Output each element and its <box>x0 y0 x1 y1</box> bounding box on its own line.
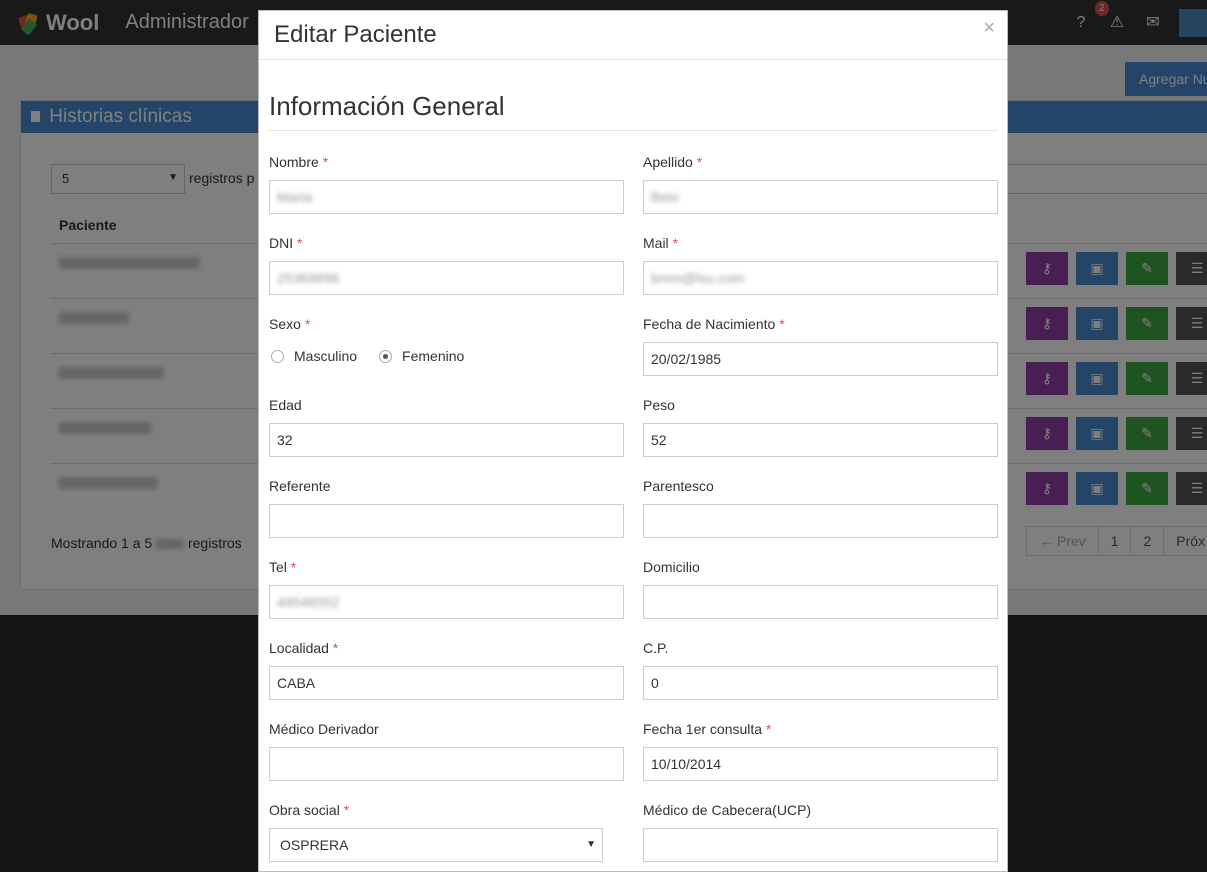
field-apellido: Apellido * Belo <box>643 154 998 214</box>
close-icon[interactable]: × <box>983 17 995 40</box>
label-mail: Mail * <box>643 235 679 251</box>
field-fecha-nacimiento: Fecha de Nacimiento * 20/02/1985 <box>643 316 998 376</box>
label-nombre: Nombre * <box>269 154 329 170</box>
field-parentesco: Parentesco <box>643 478 998 538</box>
obra-social-value: OSPRERA <box>280 837 349 853</box>
field-nombre: Nombre * Maria <box>269 154 624 214</box>
obra-social-select[interactable]: OSPRERA ▼ <box>269 828 603 862</box>
radio-femenino[interactable]: Femenino <box>377 348 464 364</box>
label-dni: DNI * <box>269 235 303 251</box>
label-edad: Edad <box>269 397 302 413</box>
field-domicilio: Domicilio <box>643 559 998 619</box>
field-sexo: Sexo * Masculino Femenino <box>269 316 624 364</box>
edad-input[interactable]: 32 <box>269 423 624 457</box>
mail-value: bmm@lsu.com <box>651 270 745 286</box>
field-mail: Mail * bmm@lsu.com <box>643 235 998 295</box>
localidad-input[interactable]: CABA <box>269 666 624 700</box>
field-fecha-1er-consulta: Fecha 1er consulta * 10/10/2014 <box>643 721 998 781</box>
nombre-value: Maria <box>277 189 313 205</box>
field-cp: C.P. 0 <box>643 640 998 700</box>
referente-input[interactable] <box>269 504 624 538</box>
field-tel: Tel * 49546552 <box>269 559 624 619</box>
peso-input[interactable]: 52 <box>643 423 998 457</box>
radio-checked-icon[interactable] <box>379 349 393 363</box>
apellido-value: Belo <box>651 189 680 205</box>
tel-value: 49546552 <box>277 594 340 610</box>
label-medico-derivador: Médico Derivador <box>269 721 379 737</box>
field-edad: Edad 32 <box>269 397 624 457</box>
edit-patient-modal: Editar Paciente × Información General No… <box>258 10 1008 872</box>
label-domicilio: Domicilio <box>643 559 700 575</box>
apellido-input[interactable]: Belo <box>643 180 998 214</box>
radio-label-masculino: Masculino <box>294 348 358 364</box>
fecha-1er-consulta-input[interactable]: 10/10/2014 <box>643 747 998 781</box>
fecha-nacimiento-input[interactable]: 20/02/1985 <box>643 342 998 376</box>
section-title: Información General <box>269 91 505 121</box>
radio-label-femenino: Femenino <box>402 348 465 364</box>
dni-input[interactable]: 25369896 <box>269 261 624 295</box>
field-obra-social: Obra social * OSPRERA ▼ <box>269 802 624 862</box>
domicilio-input[interactable] <box>643 585 998 619</box>
mail-input[interactable]: bmm@lsu.com <box>643 261 998 295</box>
field-medico-cabecera: Médico de Cabecera(UCP) <box>643 802 998 862</box>
radio-unchecked-icon[interactable] <box>271 349 284 363</box>
field-referente: Referente <box>269 478 624 538</box>
field-medico-derivador: Médico Derivador <box>269 721 624 781</box>
label-cp: C.P. <box>643 640 669 656</box>
medico-derivador-input[interactable] <box>269 747 624 781</box>
label-referente: Referente <box>269 478 331 494</box>
label-parentesco: Parentesco <box>643 478 714 494</box>
dni-value: 25369896 <box>277 270 340 286</box>
label-fecha-nacimiento: Fecha de Nacimiento * <box>643 316 785 332</box>
modal-title: Editar Paciente <box>274 21 437 48</box>
label-medico-cabecera: Médico de Cabecera(UCP) <box>643 802 812 818</box>
caret-down-icon: ▼ <box>586 839 596 850</box>
label-sexo: Sexo * <box>269 316 311 332</box>
medico-cabecera-input[interactable] <box>643 828 998 862</box>
label-fecha-1er-consulta: Fecha 1er consulta * <box>643 721 772 737</box>
nombre-input[interactable]: Maria <box>269 180 624 214</box>
tel-input[interactable]: 49546552 <box>269 585 624 619</box>
label-apellido: Apellido * <box>643 154 703 170</box>
radio-masculino[interactable]: Masculino <box>269 348 357 364</box>
sexo-radio-group: Masculino Femenino <box>269 348 624 364</box>
parentesco-input[interactable] <box>643 504 998 538</box>
label-obra-social: Obra social * <box>269 802 350 818</box>
modal-header: Editar Paciente × <box>259 11 1007 60</box>
field-peso: Peso 52 <box>643 397 998 457</box>
label-localidad: Localidad * <box>269 640 339 656</box>
label-tel: Tel * <box>269 559 297 575</box>
field-dni: DNI * 25369896 <box>269 235 624 295</box>
section-divider <box>269 130 998 131</box>
field-localidad: Localidad * CABA <box>269 640 624 700</box>
cp-input[interactable]: 0 <box>643 666 998 700</box>
label-peso: Peso <box>643 397 675 413</box>
